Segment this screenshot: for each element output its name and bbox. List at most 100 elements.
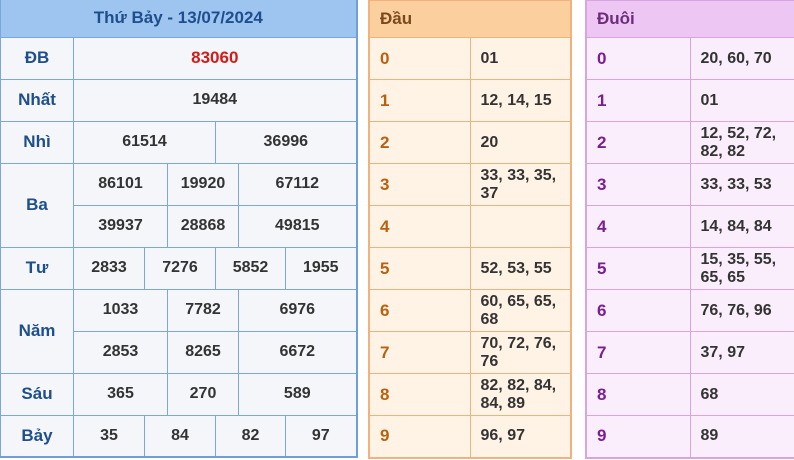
duoi-values: 15, 35, 55, 65, 65 — [689, 247, 794, 290]
prize-value: 1955 — [284, 246, 358, 290]
duoi-values: 76, 76, 96 — [689, 289, 794, 332]
duoi-row: 8 68 — [585, 373, 794, 416]
dau-digit: 3 — [368, 163, 471, 206]
prize-value: 36996 — [214, 120, 358, 164]
prize-value: 7276 — [144, 246, 216, 290]
duoi-table: Đuôi 0 20, 60, 70 1 01 2 12, 52, 72, 82, 82… — [585, 0, 794, 459]
duoi-row: 6 76, 76, 96 — [585, 289, 794, 332]
dau-row: 6 60, 65, 65, 68 — [368, 289, 572, 332]
dau-table: Đầu 0 01 1 12, 14, 15 2 20 3 33, 33, 35, 37 … — [368, 0, 572, 459]
duoi-digit: 9 — [585, 415, 690, 459]
dau-row: 8 82, 82, 84, 84, 89 — [368, 373, 572, 416]
dau-values: 12, 14, 15 — [469, 79, 572, 122]
prize-label-ba: Ba — [0, 162, 74, 248]
prize-row-nhi: Nhì 61514 36996 — [0, 120, 358, 164]
dau-digit: 9 — [368, 415, 471, 459]
prize-value: 19920 — [167, 162, 239, 206]
prize-label-nhi: Nhì — [0, 120, 74, 164]
prize-row-nam: Năm 1033 7782 6976 — [0, 288, 358, 374]
results-title: Thứ Bảy - 13/07/2024 — [0, 0, 358, 38]
dau-row: 2 20 — [368, 121, 572, 164]
duoi-values: 14, 84, 84 — [689, 205, 794, 248]
prize-row-nhat: Nhất 19484 — [0, 78, 358, 122]
duoi-digit: 0 — [585, 37, 690, 80]
prize-value-nhat: 19484 — [72, 78, 358, 122]
prize-row-db: ĐB 83060 — [0, 36, 358, 80]
duoi-rows: 0 20, 60, 70 1 01 2 12, 52, 72, 82, 82 3 33,… — [585, 37, 794, 459]
prize-row-ba: Ba 86101 19920 67112 — [0, 162, 358, 248]
dau-values — [469, 205, 572, 248]
prize-label-bay: Bảy — [0, 414, 74, 458]
dau-values: 52, 53, 55 — [469, 247, 572, 290]
prize-label-nhat: Nhất — [0, 78, 74, 122]
prize-label-nam: Năm — [0, 288, 74, 374]
dau-values: 33, 33, 35, 37 — [469, 163, 572, 206]
duoi-digit: 3 — [585, 163, 690, 206]
dau-digit: 8 — [368, 373, 471, 416]
dau-panel: Đầu 0 01 1 12, 14, 15 2 20 3 33, 33, 35, 37 … — [368, 0, 572, 460]
prize-label-db: ĐB — [0, 36, 74, 80]
dau-digit: 7 — [368, 331, 471, 374]
duoi-digit: 6 — [585, 289, 690, 332]
prize-value: 7782 — [167, 288, 239, 332]
prize-value: 2833 — [73, 246, 145, 290]
dau-row: 5 52, 53, 55 — [368, 247, 572, 290]
duoi-digit: 8 — [585, 373, 690, 416]
dau-values: 20 — [469, 121, 572, 164]
prize-value: 28868 — [167, 204, 239, 248]
prize-row-tu: Tư 2833 7276 5852 1955 — [0, 246, 358, 290]
dau-values: 96, 97 — [469, 415, 572, 459]
dau-digit: 2 — [368, 121, 471, 164]
prize-value: 2853 — [73, 330, 168, 374]
results-panel: Thứ Bảy - 13/07/2024 ĐB 83060 Nhất 19484… — [0, 0, 358, 460]
prize-label-tu: Tư — [0, 246, 74, 290]
dau-row: 4 — [368, 205, 572, 248]
duoi-digit: 1 — [585, 79, 690, 122]
dau-values: 01 — [469, 37, 572, 80]
dau-digit: 5 — [368, 247, 471, 290]
dau-row: 9 96, 97 — [368, 415, 572, 459]
dau-row: 1 12, 14, 15 — [368, 79, 572, 122]
prize-value: 6672 — [237, 330, 358, 374]
prize-row-sau: Sáu 365 270 589 — [0, 372, 358, 416]
duoi-row: 1 01 — [585, 79, 794, 122]
prize-value: 365 — [73, 372, 168, 416]
dau-values: 82, 82, 84, 84, 89 — [469, 373, 572, 416]
duoi-row: 9 89 — [585, 415, 794, 459]
dau-values: 60, 65, 65, 68 — [469, 289, 572, 332]
duoi-row: 5 15, 35, 55, 65, 65 — [585, 247, 794, 290]
prize-value: 84 — [144, 414, 216, 458]
results-table: Thứ Bảy - 13/07/2024 ĐB 83060 Nhất 19484… — [0, 0, 358, 458]
duoi-values: 20, 60, 70 — [689, 37, 794, 80]
duoi-values: 33, 33, 53 — [689, 163, 794, 206]
duoi-digit: 2 — [585, 121, 690, 164]
duoi-values: 89 — [689, 415, 794, 459]
dau-header: Đầu — [368, 0, 572, 38]
prize-value: 49815 — [237, 204, 358, 248]
duoi-row: 3 33, 33, 53 — [585, 163, 794, 206]
duoi-values: 01 — [689, 79, 794, 122]
prize-value: 35 — [73, 414, 145, 458]
dau-values: 70, 72, 76, 76 — [469, 331, 572, 374]
prize-value: 5852 — [215, 246, 286, 290]
prize-value: 6976 — [237, 288, 358, 332]
duoi-row: 4 14, 84, 84 — [585, 205, 794, 248]
duoi-digit: 4 — [585, 205, 690, 248]
prize-value: 82 — [215, 414, 286, 458]
prize-value: 8265 — [167, 330, 239, 374]
dau-digit: 1 — [368, 79, 471, 122]
prize-value: 61514 — [73, 120, 216, 164]
prize-value-db: 83060 — [72, 36, 358, 80]
duoi-digit: 5 — [585, 247, 690, 290]
prize-value: 39937 — [73, 204, 168, 248]
prize-value: 270 — [167, 372, 239, 416]
dau-digit: 6 — [368, 289, 471, 332]
duoi-values: 68 — [689, 373, 794, 416]
duoi-header: Đuôi — [585, 0, 794, 38]
dau-rows: 0 01 1 12, 14, 15 2 20 3 33, 33, 35, 37 4 55… — [368, 37, 572, 459]
prize-value: 67112 — [237, 162, 358, 206]
dau-digit: 4 — [368, 205, 471, 248]
dau-row: 7 70, 72, 76, 76 — [368, 331, 572, 374]
duoi-digit: 7 — [585, 331, 690, 374]
duoi-values: 12, 52, 72, 82, 82 — [689, 121, 794, 164]
